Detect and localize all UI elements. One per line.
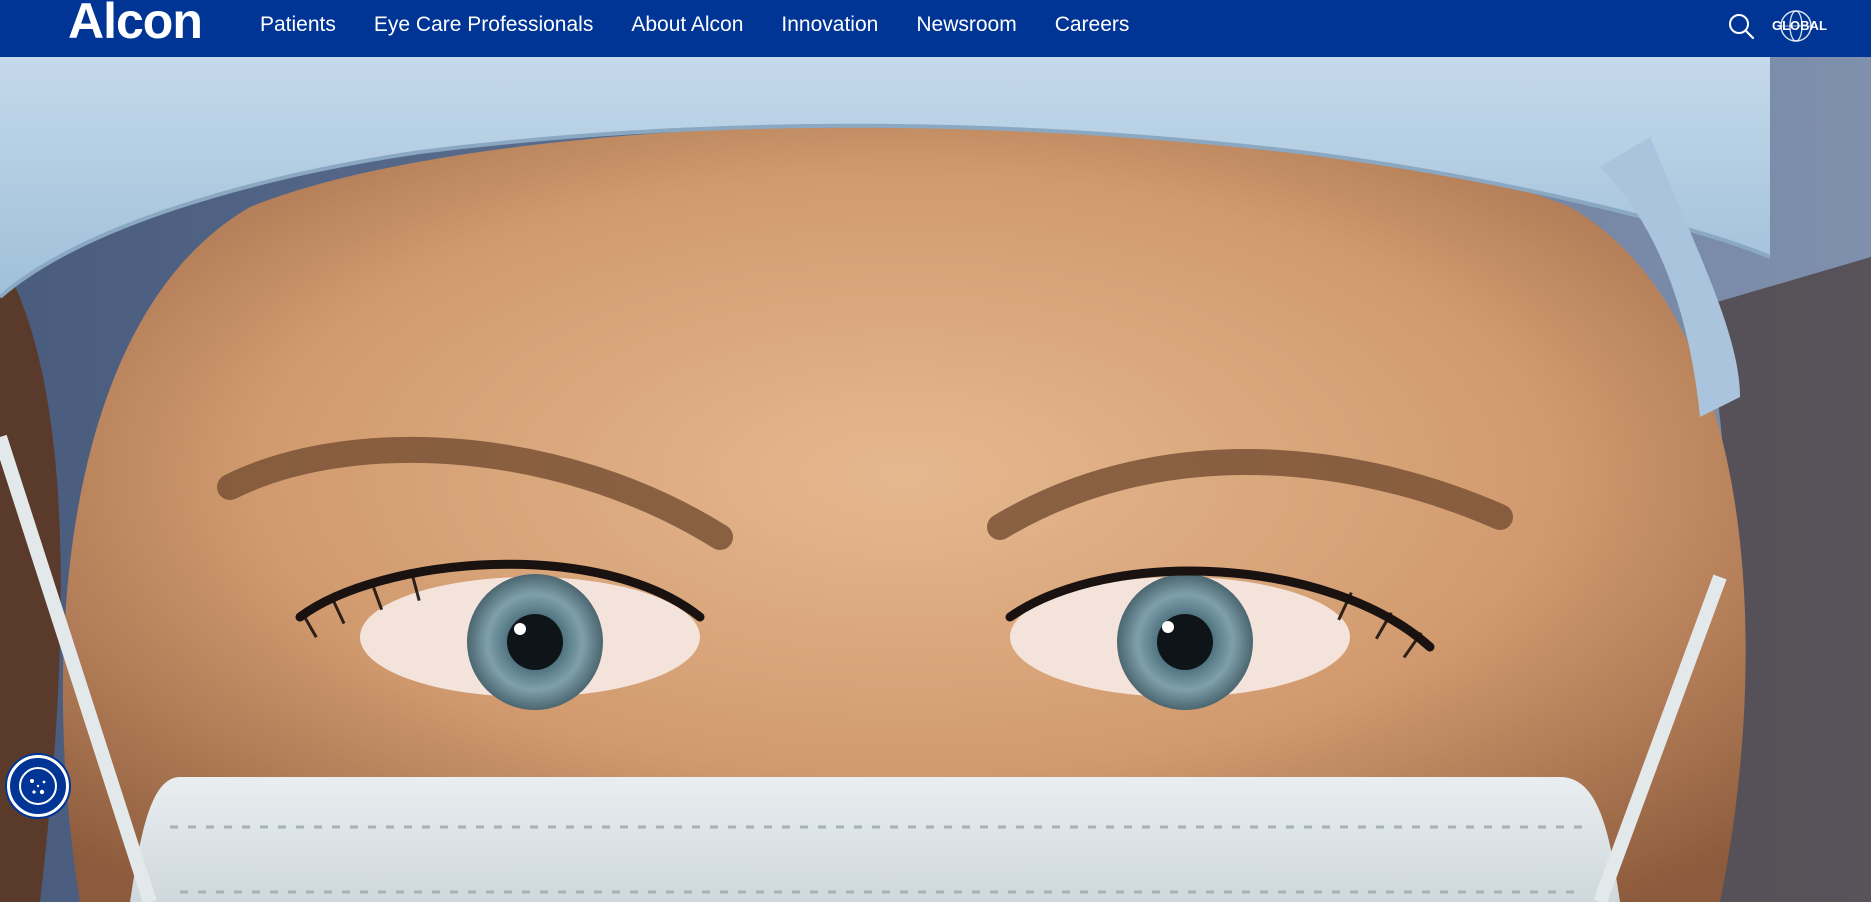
search-icon	[1729, 14, 1755, 40]
cookie-icon	[19, 767, 57, 805]
cookie-settings-button[interactable]	[7, 755, 69, 817]
nav-item-about-alcon[interactable]: About Alcon	[631, 13, 743, 37]
nav-item-innovation[interactable]: Innovation	[781, 13, 878, 37]
hero-image	[0, 57, 1871, 902]
nav-item-patients[interactable]: Patients	[260, 13, 336, 37]
main-nav: Patients Eye Care Professionals About Al…	[260, 0, 1167, 50]
nav-item-careers[interactable]: Careers	[1055, 13, 1130, 37]
alcon-logo[interactable]: Alcon	[68, 0, 203, 46]
global-label: GLOBAL	[1772, 18, 1827, 33]
global-region-selector[interactable]: GLOBAL	[1766, 6, 1827, 46]
nav-item-newsroom[interactable]: Newsroom	[916, 13, 1016, 37]
search-button[interactable]	[1727, 12, 1757, 42]
top-navigation-bar: Alcon Patients Eye Care Professionals Ab…	[0, 0, 1871, 57]
surgeon-eyes-illustration	[0, 57, 1871, 902]
nav-item-eye-care-professionals[interactable]: Eye Care Professionals	[374, 13, 593, 37]
